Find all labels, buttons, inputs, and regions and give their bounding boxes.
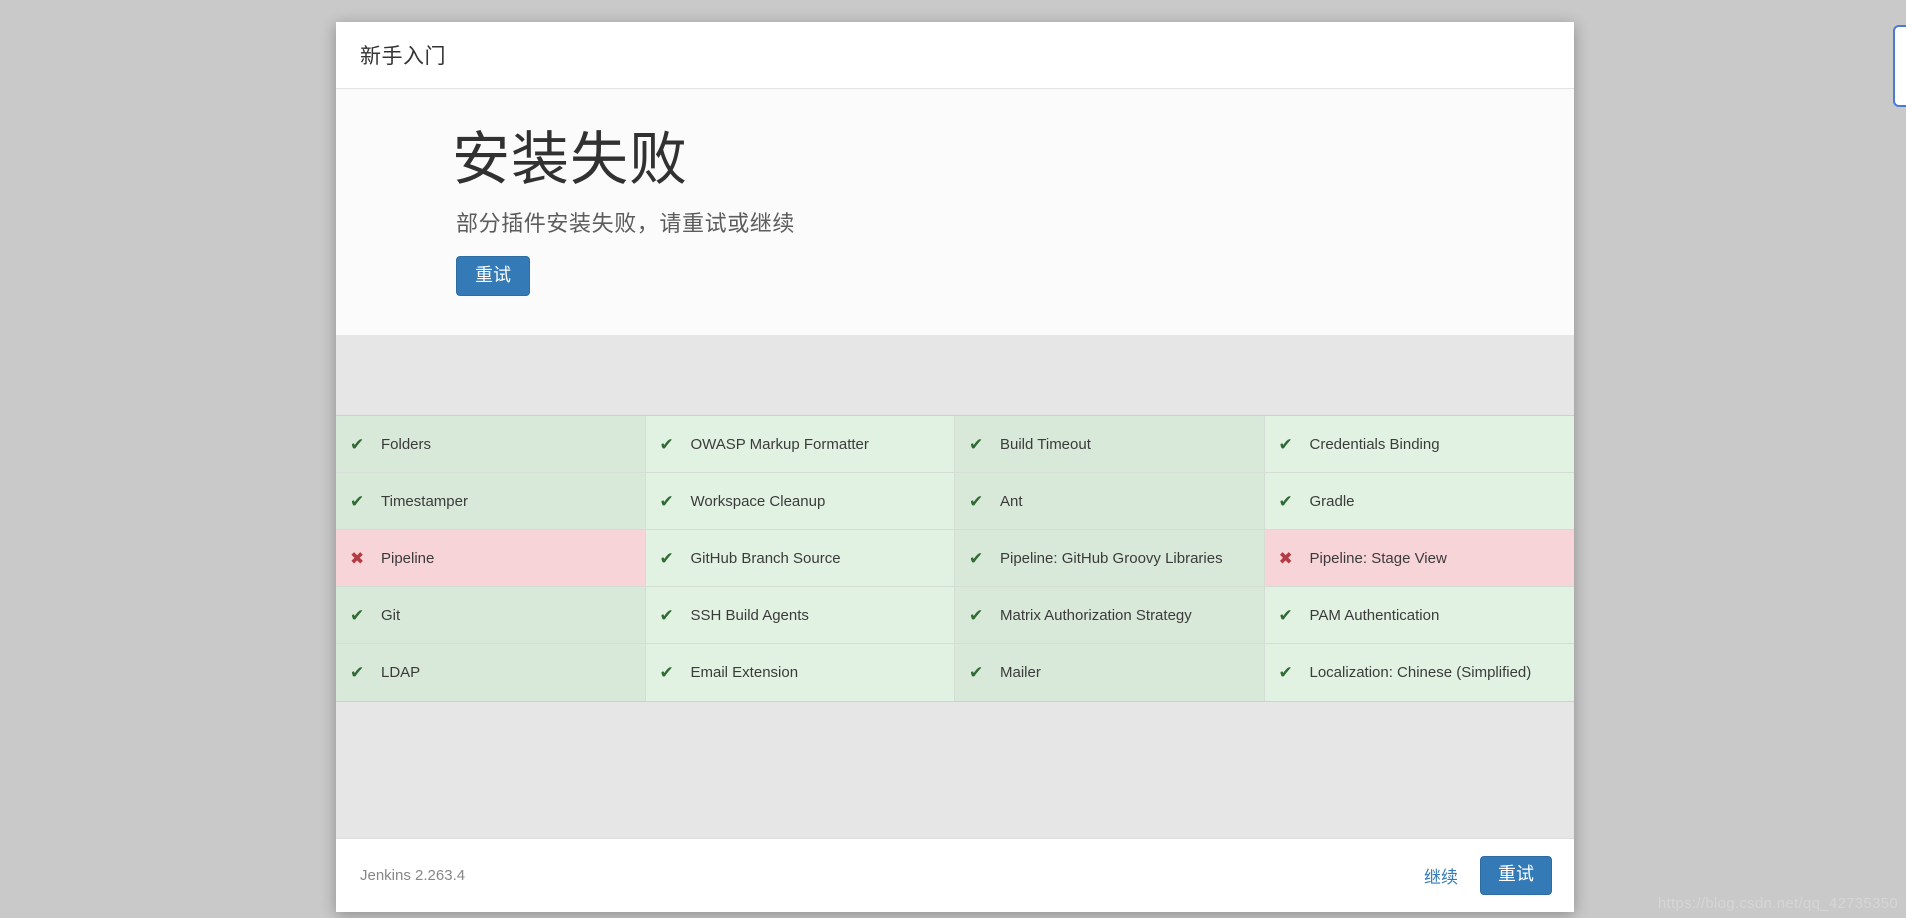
watermark-text: https://blog.csdn.net/qq_42735350 bbox=[1657, 895, 1898, 912]
plugin-name-label: Folders bbox=[381, 435, 432, 453]
dialog-footer: Jenkins 2.263.4 继续 重试 bbox=[336, 838, 1574, 912]
plugin-row: ✖ Pipeline ✔ GitHub Branch Source ✔ Pipeline:… bbox=[336, 530, 1574, 587]
cross-icon: ✖ bbox=[350, 548, 365, 568]
plugin-name-label: Credentials Binding bbox=[1309, 435, 1440, 453]
install-failed-heading: 安装失败 bbox=[452, 127, 689, 192]
plugin-name-label: Gradle bbox=[1309, 492, 1355, 510]
jenkins-version-label: Jenkins 2.263.4 bbox=[360, 867, 466, 884]
plugin-cell: ✔ Pipeline: GitHub Groovy Libraries bbox=[955, 530, 1265, 587]
check-icon: ✔ bbox=[969, 663, 984, 682]
check-icon: ✔ bbox=[1278, 434, 1293, 454]
check-icon: ✔ bbox=[969, 434, 984, 454]
plugin-cell: ✔ Credentials Binding bbox=[1264, 416, 1574, 473]
plugin-cell: ✔ Timestamper bbox=[336, 473, 646, 530]
plugin-row: ✔ LDAP ✔ Email Extension ✔ Mailer ✔ Localizatio… bbox=[336, 644, 1574, 701]
plugin-cell: ✔ Build Timeout bbox=[955, 416, 1265, 473]
plugin-name-label: Git bbox=[381, 606, 401, 624]
dialog-body: 安装失败 部分插件安装失败，请重试或继续 重试 ✔ Folders ✔ OWASP M… bbox=[336, 89, 1574, 838]
check-icon: ✔ bbox=[969, 548, 984, 568]
plugin-cell: ✔ PAM Authentication bbox=[1264, 587, 1574, 644]
plugin-cell: ✔ Ant bbox=[955, 473, 1265, 530]
check-icon: ✔ bbox=[969, 491, 984, 511]
plugin-name-label: Matrix Authorization Strategy bbox=[1000, 606, 1192, 624]
plugin-name-label: Workspace Cleanup bbox=[690, 492, 826, 510]
retry-button-hero[interactable]: 重试 bbox=[456, 255, 530, 297]
plugin-cell: ✔ GitHub Branch Source bbox=[645, 530, 955, 587]
continue-link[interactable]: 继续 bbox=[1424, 863, 1458, 888]
plugin-name-label: Build Timeout bbox=[1000, 435, 1091, 453]
clipped-edge-widget[interactable] bbox=[1893, 25, 1906, 107]
plugin-name-label: Mailer bbox=[1000, 664, 1041, 681]
check-icon: ✔ bbox=[350, 605, 365, 625]
check-icon: ✔ bbox=[1278, 663, 1293, 682]
retry-button-footer[interactable]: 重试 bbox=[1480, 856, 1552, 895]
plugin-name-label: Pipeline: Stage View bbox=[1309, 549, 1447, 567]
plugin-cell: ✔ LDAP bbox=[336, 644, 646, 701]
plugin-name-label: PAM Authentication bbox=[1309, 606, 1440, 624]
plugin-cell: ✔ Gradle bbox=[1264, 473, 1574, 530]
plugin-name-label: SSH Build Agents bbox=[690, 606, 809, 624]
plugin-name-label: Ant bbox=[1000, 492, 1023, 510]
check-icon: ✔ bbox=[350, 663, 365, 682]
check-icon: ✔ bbox=[1278, 605, 1293, 625]
hero-action-row: 重试 bbox=[456, 255, 1574, 297]
plugin-row: ✔ Timestamper ✔ Workspace Cleanup ✔ Ant ✔ Gradl… bbox=[336, 473, 1574, 530]
install-failed-subheading: 部分插件安装失败，请重试或继续 bbox=[456, 210, 796, 236]
plugin-cell: ✔ SSH Build Agents bbox=[645, 587, 955, 644]
dialog-header: 新手入门 bbox=[336, 22, 1574, 89]
plugin-status-grid: ✔ Folders ✔ OWASP Markup Formatter ✔ Build Ti… bbox=[336, 415, 1574, 702]
check-icon: ✔ bbox=[1278, 491, 1293, 511]
check-icon: ✔ bbox=[659, 491, 674, 511]
check-icon: ✔ bbox=[659, 605, 674, 625]
plugin-name-label: GitHub Branch Source bbox=[690, 549, 841, 567]
plugin-cell: ✔ OWASP Markup Formatter bbox=[645, 416, 955, 473]
plugin-name-label: Pipeline bbox=[381, 549, 435, 567]
plugin-name-label: Pipeline: GitHub Groovy Libraries bbox=[1000, 549, 1223, 567]
plugin-cell: ✔ Workspace Cleanup bbox=[645, 473, 955, 530]
setup-wizard-dialog: 新手入门 安装失败 部分插件安装失败，请重试或继续 重试 ✔ Folders ✔ OW… bbox=[336, 22, 1574, 912]
plugin-cell: ✔ Folders bbox=[336, 416, 646, 473]
plugin-name-label: Email Extension bbox=[690, 664, 799, 681]
plugin-cell: ✔ Matrix Authorization Strategy bbox=[955, 587, 1265, 644]
footer-actions: 继续 重试 bbox=[1424, 856, 1552, 895]
check-icon: ✔ bbox=[659, 663, 674, 682]
plugin-row: ✔ Git ✔ SSH Build Agents ✔ Matrix Authorizati… bbox=[336, 587, 1574, 644]
plugin-name-label: LDAP bbox=[381, 664, 421, 681]
plugin-cell: ✖ Pipeline: Stage View bbox=[1264, 530, 1574, 587]
check-icon: ✔ bbox=[659, 548, 674, 568]
page-title: 新手入门 bbox=[360, 45, 446, 68]
plugin-cell: ✔ Git bbox=[336, 587, 646, 644]
plugin-cell: ✔ Mailer bbox=[955, 644, 1265, 701]
plugin-row: ✔ Folders ✔ OWASP Markup Formatter ✔ Build Ti… bbox=[336, 416, 1574, 473]
hero-section: 安装失败 部分插件安装失败，请重试或继续 重试 bbox=[336, 89, 1574, 335]
plugin-cell: ✔ Email Extension bbox=[645, 644, 955, 701]
cross-icon: ✖ bbox=[1278, 548, 1293, 568]
hero-content: 安装失败 部分插件安装失败，请重试或继续 重试 bbox=[336, 127, 1574, 297]
check-icon: ✔ bbox=[350, 434, 365, 454]
check-icon: ✔ bbox=[659, 434, 674, 454]
plugin-cell: ✔ Localization: Chinese (Simplified) bbox=[1264, 644, 1574, 701]
plugin-name-label: Timestamper bbox=[381, 492, 468, 510]
plugin-cell: ✖ Pipeline bbox=[336, 530, 646, 587]
plugin-name-label: Localization: Chinese (Simplified) bbox=[1309, 664, 1532, 681]
check-icon: ✔ bbox=[969, 605, 984, 625]
plugin-name-label: OWASP Markup Formatter bbox=[690, 435, 869, 453]
check-icon: ✔ bbox=[350, 491, 365, 511]
